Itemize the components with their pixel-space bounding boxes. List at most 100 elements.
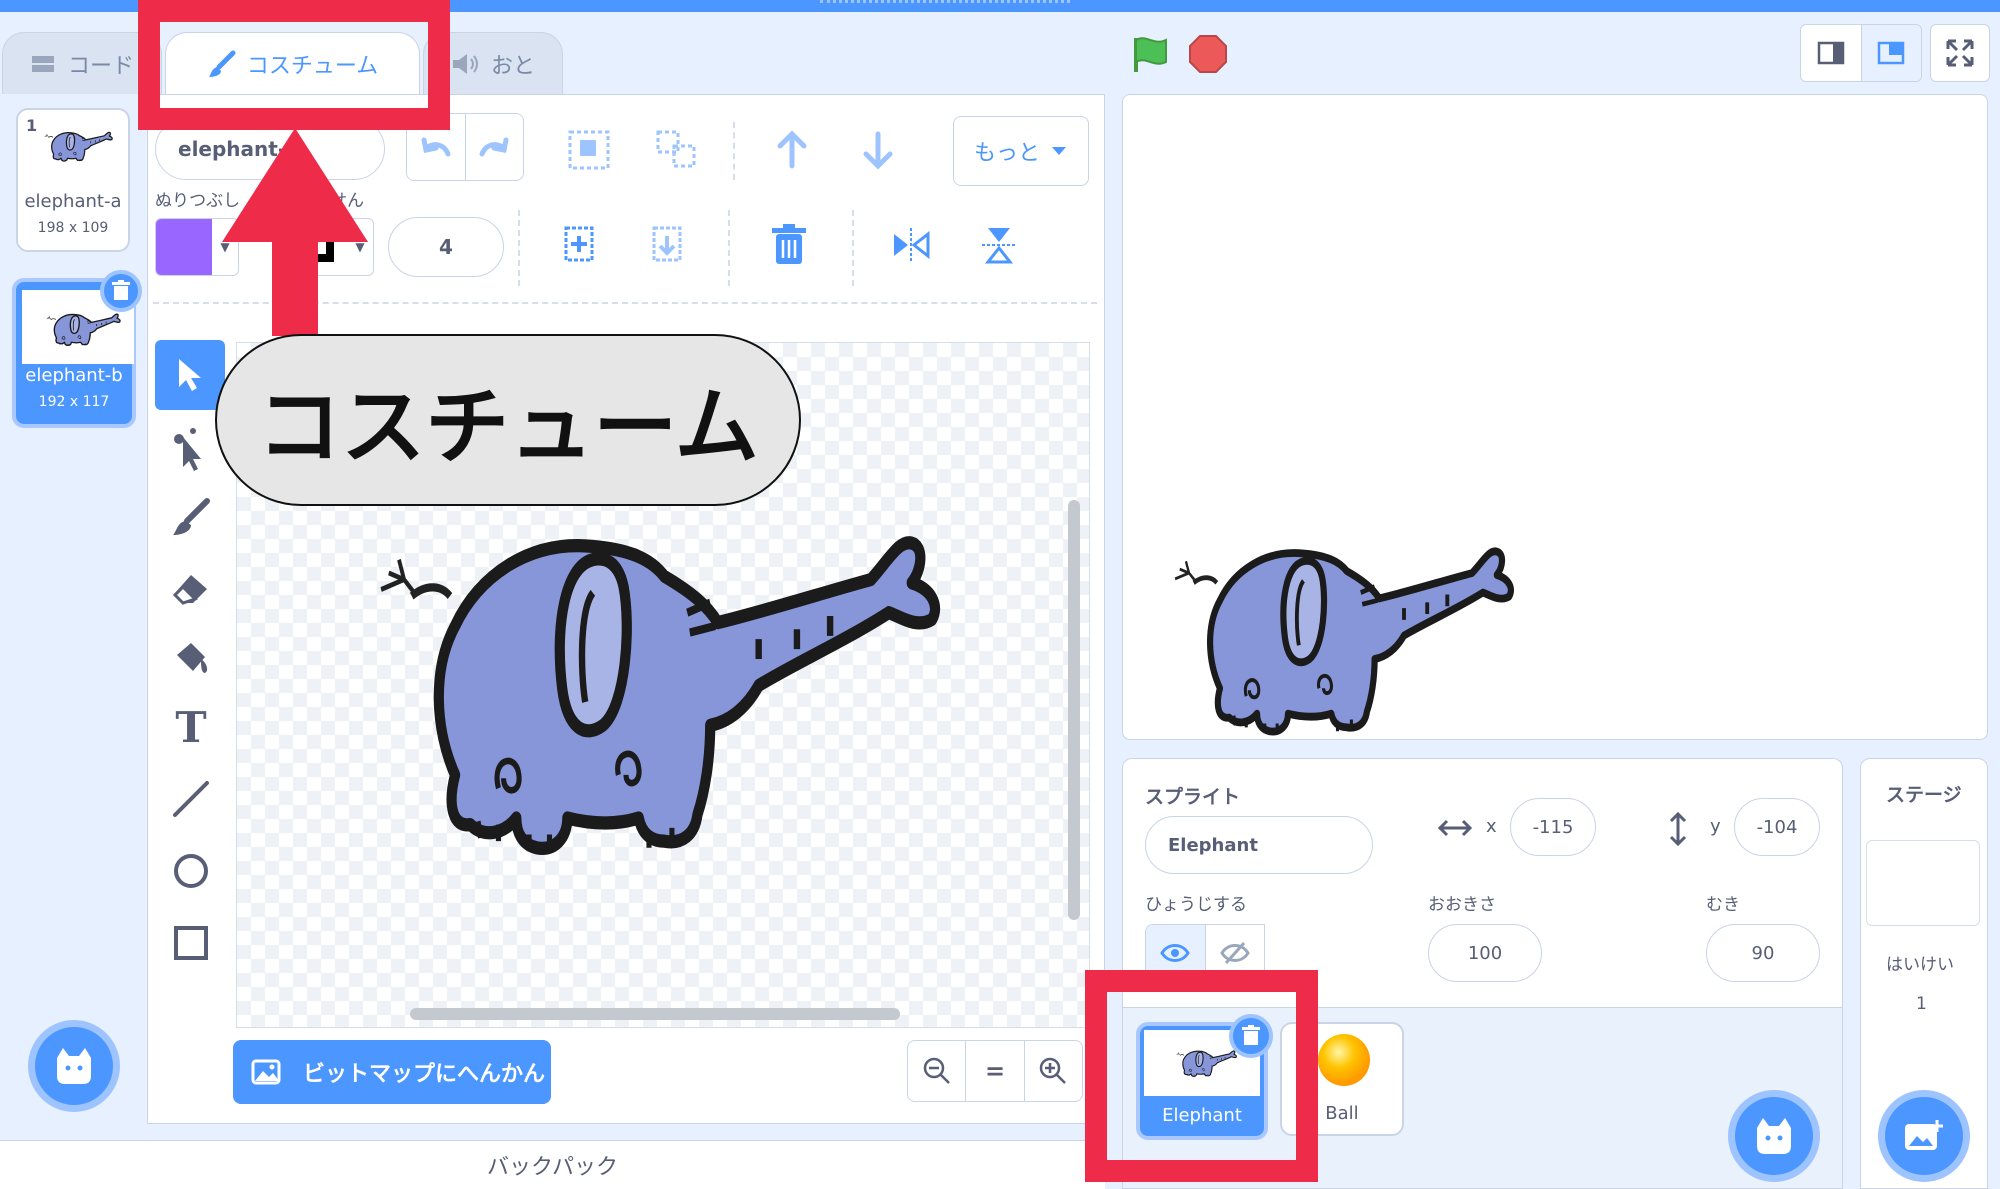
backdrop-count: 1	[1916, 994, 1927, 1014]
drag-handle[interactable]	[820, 0, 1070, 4]
group-button[interactable]	[566, 128, 612, 172]
fullscreen-button[interactable]	[1930, 24, 1990, 82]
zoom-out-button[interactable]	[908, 1041, 967, 1101]
backpack-label: バックパック	[487, 1155, 618, 1180]
zoom-controls: =	[907, 1040, 1083, 1102]
rectangle-tool[interactable]	[160, 912, 222, 974]
y-position-input[interactable]: -104	[1734, 798, 1820, 856]
speaker-icon	[452, 53, 478, 74]
eraser-tool[interactable]	[160, 556, 222, 618]
horizontal-arrows-icon	[1438, 819, 1472, 837]
normal-stage-icon	[1878, 41, 1905, 65]
small-stage-icon	[1817, 41, 1844, 65]
toolbar-divider	[518, 210, 520, 286]
ungroup-button[interactable]	[654, 128, 700, 172]
fill-tool[interactable]	[160, 626, 222, 688]
sprite-name-input[interactable]: Elephant	[1145, 816, 1373, 874]
elephant-sprite-on-stage[interactable]	[1172, 532, 1520, 742]
costume-name: elephant-b	[25, 365, 123, 386]
horizontal-scrollbar[interactable]	[410, 1008, 900, 1020]
normal-stage-button[interactable]	[1861, 25, 1921, 81]
small-stage-button[interactable]	[1801, 25, 1862, 81]
reshape-icon	[174, 428, 201, 471]
toolbar-divider	[733, 122, 735, 180]
sprite-name: Ball	[1325, 1103, 1359, 1124]
copy-button[interactable]	[560, 222, 596, 266]
elephant-costume-drawing	[376, 510, 950, 866]
trash-icon	[772, 224, 806, 264]
more-dropdown[interactable]: もっと	[953, 116, 1089, 186]
elephant-b-thumbnail	[46, 313, 121, 347]
toolbar-divider	[852, 210, 854, 286]
convert-label: ビットマップにへんかん	[303, 1062, 546, 1087]
backpack-bar[interactable]: バックパック	[0, 1140, 1105, 1189]
toolbar-divider	[728, 210, 730, 286]
zoom-in-icon	[1040, 1057, 1067, 1084]
stop-button[interactable]	[1188, 34, 1228, 74]
line-icon	[173, 781, 209, 817]
redo-icon	[479, 137, 509, 157]
redo-button[interactable]	[466, 114, 524, 180]
costume-number: 1	[26, 116, 38, 135]
forward-button[interactable]	[770, 128, 814, 172]
zoom-out-icon	[923, 1057, 950, 1084]
eraser-icon	[172, 575, 207, 605]
zoom-in-button[interactable]	[1025, 1041, 1082, 1101]
vertical-scrollbar[interactable]	[1068, 500, 1080, 920]
annotation-callout: コスチューム	[215, 334, 801, 506]
convert-to-bitmap-button[interactable]: ビットマップにへんかん	[233, 1040, 551, 1104]
backward-button[interactable]	[856, 128, 900, 172]
x-label: x	[1486, 816, 1497, 837]
more-label: もっと	[973, 141, 1040, 166]
select-tool[interactable]	[155, 340, 225, 410]
line-tool[interactable]	[160, 768, 222, 830]
brush-icon	[173, 498, 210, 535]
ball-thumbnail	[1318, 1034, 1370, 1086]
backdrop-label: はいけい	[1886, 955, 1954, 975]
stage-title: ステージ	[1886, 784, 1962, 806]
costume-item-1[interactable]: 1 elephant-a 198 x 109	[16, 108, 130, 252]
cat-add-icon	[1757, 1118, 1791, 1154]
flip-vertical-button[interactable]	[978, 224, 1020, 266]
vertical-arrows-icon	[1669, 812, 1687, 846]
paste-icon	[652, 226, 682, 262]
circle-tool[interactable]	[160, 840, 222, 902]
direction-label: むき	[1706, 895, 1740, 915]
callout-text: コスチューム	[257, 377, 759, 476]
zoom-reset-button[interactable]: =	[966, 1041, 1025, 1101]
group-icon	[568, 130, 610, 170]
backdrop-thumbnail[interactable]	[1866, 840, 1980, 926]
size-input[interactable]: 100	[1428, 924, 1542, 982]
choose-backdrop-button[interactable]	[1878, 1090, 1970, 1182]
arrow-up-icon	[777, 130, 807, 169]
flip-horizontal-button[interactable]	[890, 224, 932, 266]
choose-sprite-button[interactable]	[1728, 1090, 1820, 1182]
elephant-a-thumbnail	[44, 131, 113, 162]
image-add-icon	[1905, 1120, 1943, 1150]
delete-button[interactable]	[770, 224, 808, 266]
costume-size: 198 x 109	[37, 220, 109, 236]
caret-down-icon	[1052, 147, 1066, 155]
outline-width-input[interactable]: 4	[388, 217, 504, 277]
reshape-tool[interactable]	[160, 418, 222, 480]
choose-costume-button[interactable]	[28, 1020, 120, 1112]
arrow-down-icon	[863, 131, 893, 170]
paste-button[interactable]	[648, 222, 684, 266]
text-icon: T	[175, 702, 207, 752]
flip-vertical-icon	[982, 228, 1016, 264]
fullscreen-icon	[1946, 39, 1974, 67]
text-tool[interactable]: T	[160, 696, 222, 758]
annotation-arrow-icon	[222, 128, 368, 336]
highlight-box-costume-tab	[138, 0, 450, 130]
eye-icon	[1160, 944, 1191, 962]
green-flag-button[interactable]	[1130, 34, 1170, 74]
y-label: y	[1710, 816, 1721, 837]
eye-slash-icon	[1219, 941, 1250, 965]
direction-input[interactable]: 90	[1706, 924, 1820, 982]
brush-tool[interactable]	[160, 486, 222, 548]
undo-icon	[421, 137, 451, 157]
x-position-input[interactable]: -115	[1510, 798, 1596, 856]
delete-costume-button[interactable]	[100, 270, 142, 312]
image-icon	[251, 1059, 281, 1085]
green-flag-icon	[1134, 37, 1167, 72]
